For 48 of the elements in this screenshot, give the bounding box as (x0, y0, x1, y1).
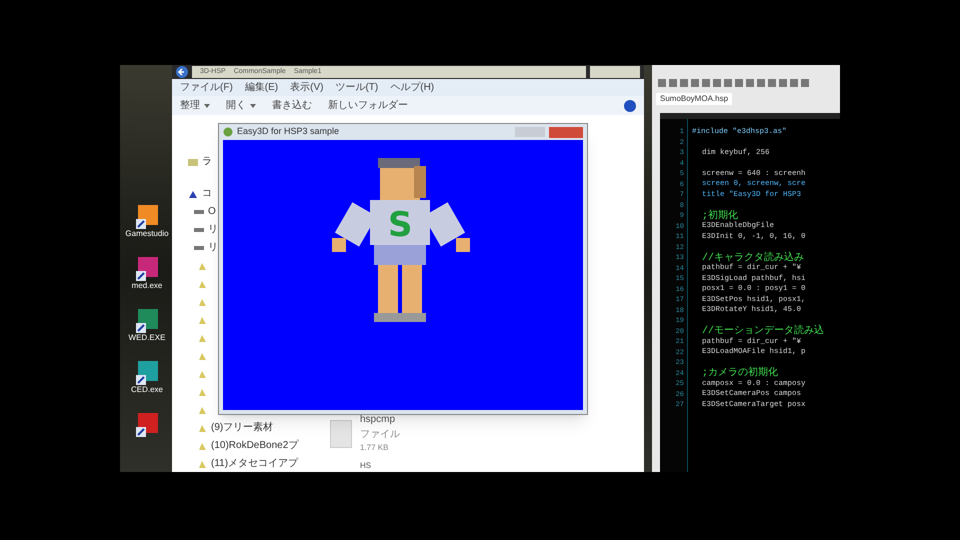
drive-icon (194, 245, 204, 251)
file-size: 1.77 KB (360, 442, 390, 454)
tree-item[interactable]: ラ (202, 156, 212, 168)
library-icon (188, 158, 198, 166)
file-icon (330, 420, 352, 448)
menu-item[interactable]: 表示(V) (290, 80, 324, 95)
tree-item[interactable]: (11)メタセコイアプ (211, 458, 298, 470)
window-title: Easy3D for HSP3 sample (237, 125, 340, 138)
menu-item[interactable]: ファイル(F) (180, 80, 233, 95)
close-button[interactable] (549, 126, 583, 138)
desktop-icon-label: Gamestudio (125, 229, 169, 239)
tree-item[interactable]: リ (208, 242, 218, 254)
code-comment: ;カメラの初期化 (702, 366, 778, 380)
desktop-icon-label: WED.EXE (128, 333, 166, 343)
toolbar-button[interactable]: 開く (226, 98, 256, 114)
app-icon[interactable] (136, 257, 158, 281)
menu-item[interactable]: ツール(T) (335, 80, 378, 95)
toolbar-button[interactable]: 整理 (180, 98, 210, 114)
app-icon[interactable] (136, 361, 158, 385)
toolbar-button[interactable]: 書き込む (272, 98, 312, 114)
app-icon[interactable] (136, 205, 158, 229)
app-icon[interactable] (136, 413, 158, 437)
file-type: ファイル (360, 428, 400, 442)
drive-icon (194, 227, 204, 233)
drive-icon (194, 209, 204, 215)
tree-item[interactable]: (9)フリー素材 (211, 422, 274, 434)
file-name[interactable]: hspcmp (360, 412, 400, 427)
tree-item[interactable]: (10)RokDeBone2プ (211, 440, 298, 452)
tree-item[interactable]: リ (208, 224, 218, 236)
code-comment: //モーションデータ読み込 (702, 324, 824, 338)
back-arrow-icon[interactable] (176, 66, 188, 78)
menu-item[interactable]: 編集(E) (244, 80, 278, 95)
search-field[interactable] (590, 66, 640, 78)
toolbar-button[interactable]: 新しいフォルダー (328, 98, 408, 114)
desktop-icon-label: med.exe (132, 281, 162, 291)
menu-item[interactable]: ヘルプ(H) (390, 80, 434, 95)
tree-item[interactable]: コ (202, 188, 212, 200)
file-tab[interactable]: SumoBoyMOA.hsp (656, 93, 732, 105)
caret-icon (250, 104, 256, 108)
app-icon (223, 127, 233, 137)
code-comment: ;初期化 (702, 208, 738, 222)
desktop-icon-label: CED.exe (130, 385, 163, 395)
app-icon[interactable] (136, 309, 158, 333)
caret-icon (204, 104, 210, 108)
code-comment: //キャラクタ読み込み (702, 250, 804, 264)
tree-item[interactable]: O (208, 206, 216, 218)
robot-character-drawing: S (328, 152, 478, 327)
file-name[interactable]: HS (330, 460, 644, 472)
